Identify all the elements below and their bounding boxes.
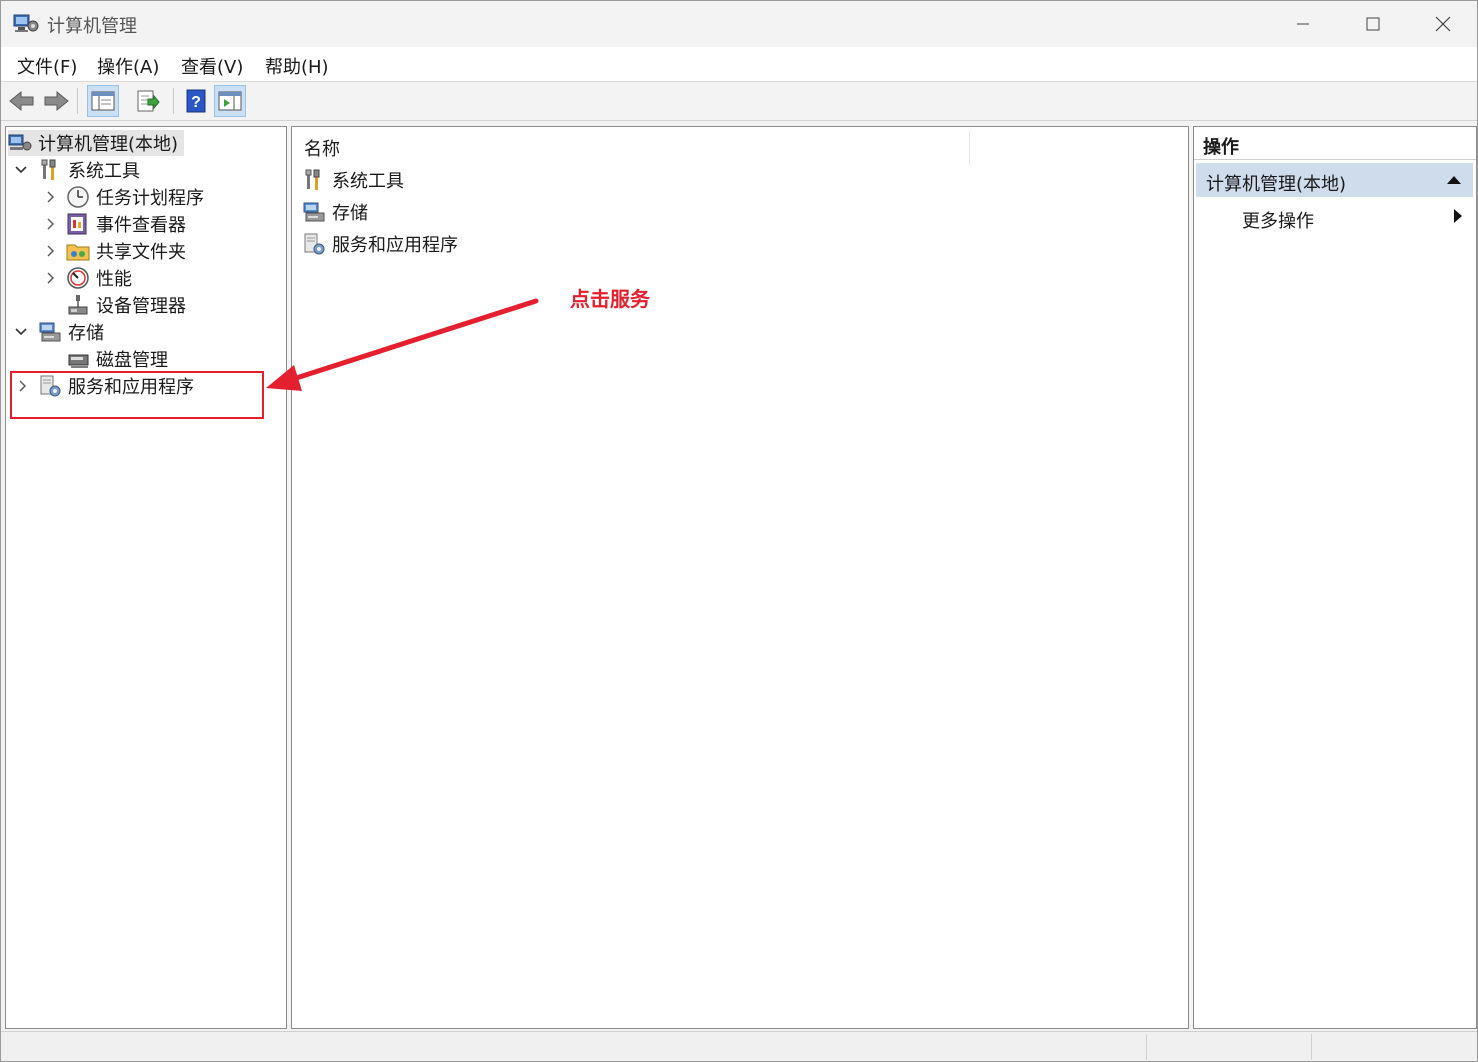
help-button[interactable]: ?: [180, 85, 212, 117]
status-bar: [1, 1031, 1477, 1061]
console-tree-pane[interactable]: 计算机管理(本地) 系统工具 任务计划程序 事件查看器 共享文件夹 性能 设备管…: [5, 126, 287, 1029]
tree-item-label: 共享文件夹: [96, 242, 186, 263]
tree-item-shared-folders[interactable]: 共享文件夹: [66, 238, 186, 264]
tree-item-event-viewer[interactable]: 事件查看器: [66, 211, 186, 237]
export-list-icon: [137, 90, 160, 112]
expand-chevron-icon[interactable]: [44, 217, 58, 231]
toolbar: ?: [1, 82, 1477, 121]
shared-folder-icon: [66, 244, 90, 261]
submenu-triangle-icon[interactable]: [1454, 209, 1462, 223]
forward-button[interactable]: [40, 85, 72, 117]
list-item-storage[interactable]: 存储: [302, 199, 368, 225]
tree-root-item[interactable]: 计算机管理(本地): [8, 130, 185, 156]
tree-item-task-scheduler[interactable]: 任务计划程序: [66, 184, 204, 210]
list-item-system-tools[interactable]: 系统工具: [302, 167, 404, 193]
annotation-callout-text: 点击服务: [570, 287, 650, 311]
list-item-label: 服务和应用程序: [332, 235, 458, 256]
minimize-icon: [1297, 23, 1309, 25]
tree-item-device-manager[interactable]: 设备管理器: [66, 292, 186, 318]
menu-bar: 文件(F) 操作(A) 查看(V) 帮助(H): [1, 47, 1477, 82]
show-hide-action-pane-button[interactable]: [214, 85, 246, 117]
status-separator: [1146, 1034, 1147, 1060]
disk-icon: [68, 354, 89, 368]
collapse-triangle-icon[interactable]: [1447, 176, 1461, 184]
event-viewer-icon: [67, 213, 87, 235]
services-gear-icon: [304, 233, 325, 255]
show-action-pane-icon: [218, 91, 242, 111]
performance-gauge-icon: [67, 267, 89, 289]
services-gear-icon: [40, 375, 61, 397]
annotation-arrow: [266, 298, 539, 391]
menu-file[interactable]: 文件(F): [17, 53, 77, 79]
tree-item-label: 设备管理器: [96, 296, 186, 317]
toolbar-separator: [173, 88, 174, 114]
expand-chevron-icon[interactable]: [44, 244, 58, 258]
tree-item-label: 任务计划程序: [96, 188, 204, 209]
actions-section-label: 计算机管理(本地): [1206, 174, 1347, 195]
tree-item-system-tools[interactable]: 系统工具: [38, 157, 140, 183]
column-divider[interactable]: [969, 131, 970, 165]
maximize-button[interactable]: [1338, 1, 1408, 47]
collapse-chevron-icon[interactable]: [14, 325, 28, 339]
actions-pane: 操作 计算机管理(本地) 更多操作: [1193, 126, 1477, 1029]
storage-icon: [39, 322, 61, 342]
more-actions-item[interactable]: 更多操作: [1242, 207, 1314, 233]
help-icon: ?: [186, 89, 206, 113]
close-button[interactable]: [1408, 1, 1477, 47]
show-hide-tree-button[interactable]: [87, 85, 119, 117]
column-header-name[interactable]: 名称: [304, 135, 340, 161]
computer-management-window: 计算机管理 文件(F) 操作(A) 查看(V) 帮助(H) ? 计算机管理(本地…: [0, 0, 1478, 1062]
maximize-icon: [1366, 17, 1380, 31]
show-tree-icon: [91, 91, 115, 111]
window-title: 计算机管理: [47, 16, 137, 37]
actions-section-computer-management[interactable]: 计算机管理(本地): [1196, 163, 1473, 197]
expand-chevron-icon[interactable]: [44, 271, 58, 285]
clock-icon: [67, 186, 89, 208]
menu-view[interactable]: 查看(V): [181, 53, 243, 79]
device-manager-icon: [68, 295, 88, 315]
minimize-button[interactable]: [1268, 1, 1338, 47]
expand-chevron-icon[interactable]: [44, 190, 58, 204]
tools-icon: [305, 169, 320, 190]
list-item-label: 存储: [332, 203, 368, 224]
tree-item-label: 存储: [68, 323, 104, 344]
title-bar[interactable]: 计算机管理: [1, 1, 1477, 47]
actions-pane-header: 操作: [1194, 127, 1476, 160]
menu-help[interactable]: 帮助(H): [265, 53, 329, 79]
tree-item-performance[interactable]: 性能: [66, 265, 132, 291]
export-list-button[interactable]: [132, 85, 164, 117]
collapse-chevron-icon[interactable]: [14, 163, 28, 177]
back-arrow-icon: [9, 90, 34, 112]
tree-item-label: 服务和应用程序: [68, 377, 194, 398]
tree-root-label: 计算机管理(本地): [38, 134, 179, 155]
tree-item-label: 系统工具: [68, 161, 140, 182]
tree-item-services-and-applications[interactable]: 服务和应用程序: [38, 373, 194, 399]
tree-item-label: 事件查看器: [96, 215, 186, 236]
tools-icon: [41, 159, 56, 180]
computer-management-icon: [13, 14, 39, 32]
tree-item-label: 性能: [96, 269, 132, 290]
tree-item-label: 磁盘管理: [96, 350, 168, 371]
menu-action[interactable]: 操作(A): [97, 53, 159, 79]
list-item-label: 系统工具: [332, 171, 404, 192]
computer-management-icon: [8, 134, 32, 151]
storage-icon: [303, 202, 325, 222]
forward-arrow-icon: [44, 90, 69, 112]
expand-chevron-icon[interactable]: [16, 379, 30, 393]
tree-item-disk-management[interactable]: 磁盘管理: [66, 346, 168, 372]
tree-item-storage[interactable]: 存储: [38, 319, 104, 345]
svg-text:?: ?: [191, 94, 201, 111]
back-button[interactable]: [6, 85, 38, 117]
list-item-services-and-applications[interactable]: 服务和应用程序: [302, 231, 458, 257]
status-separator: [1311, 1034, 1312, 1060]
actions-pane-title: 操作: [1203, 137, 1239, 158]
toolbar-separator: [77, 88, 78, 114]
close-icon: [1435, 16, 1451, 32]
results-list-pane[interactable]: 名称 系统工具 存储 服务和应用程序: [291, 126, 1189, 1029]
